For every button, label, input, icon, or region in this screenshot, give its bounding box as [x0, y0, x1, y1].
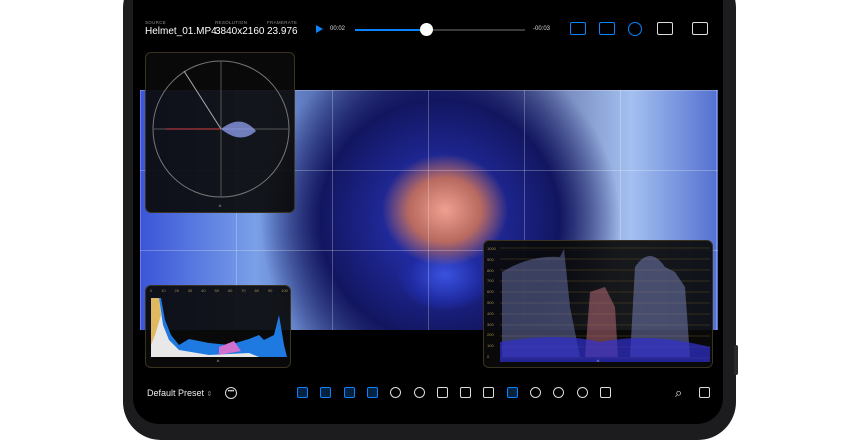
preset-selector[interactable]: Default Preset ⇕ [147, 388, 212, 398]
compare-icon[interactable] [390, 387, 402, 398]
tick: 100 [487, 343, 494, 349]
chevron-up-icon[interactable]: ^ [219, 205, 222, 211]
time-remaining: -00:03 [533, 26, 551, 32]
tick: 50 [214, 288, 219, 293]
record-icon[interactable] [599, 387, 611, 398]
tick: 700 [487, 278, 494, 284]
framerate-info: FRAMERATE 23.976 [267, 20, 298, 37]
source-value: Helmet_01.MP4 [145, 26, 217, 37]
waveform-panel[interactable]: 1000 900 800 700 600 500 400 300 200 100 0 ^ [483, 240, 713, 368]
palette-icon[interactable] [576, 387, 588, 398]
exposure-icon[interactable] [483, 387, 495, 398]
layout-icon[interactable] [366, 387, 378, 398]
tick: 1000 [487, 246, 496, 251]
tick: 600 [487, 289, 494, 295]
grid-icon[interactable] [297, 387, 308, 398]
tick: 10 [161, 288, 166, 293]
tick: 20 [174, 288, 179, 293]
waveform-scope-icon[interactable] [570, 22, 586, 35]
resolution-value: 3840x2160 [215, 26, 265, 37]
framerate-label: FRAMERATE [267, 20, 298, 25]
time-elapsed: 00:02 [330, 26, 346, 32]
tick: 0 [487, 353, 490, 359]
tick: 400 [487, 310, 494, 316]
tick: 800 [487, 267, 494, 273]
focus-peaking-icon[interactable] [506, 387, 518, 398]
tick: 900 [487, 256, 494, 262]
scrubber-fill [355, 29, 427, 31]
tick: 80 [254, 288, 259, 293]
tick: 40 [201, 288, 206, 293]
sidebar-icon[interactable] [692, 22, 708, 35]
screen: SOURCE Helmet_01.MP4 RESOLUTION 3840x216… [133, 0, 723, 424]
vectorscope-icon[interactable] [628, 22, 642, 36]
resolution-info: RESOLUTION 3840x2160 [215, 20, 265, 37]
resolution-label: RESOLUTION [215, 20, 248, 25]
source-label: SOURCE [145, 20, 167, 25]
chevron-up-icon[interactable]: ^ [217, 360, 220, 366]
play-icon[interactable] [316, 25, 323, 33]
chevron-up-icon[interactable]: ^ [597, 360, 600, 366]
3d-lut-icon[interactable] [553, 387, 565, 398]
histogram-panel[interactable]: 0 10 20 30 40 50 60 70 80 90 100 ^ [145, 285, 291, 368]
tick: 500 [487, 299, 494, 305]
waveform-graph [500, 247, 710, 362]
export-icon[interactable] [699, 387, 710, 398]
timer-icon[interactable] [530, 387, 541, 398]
scrubber[interactable] [355, 23, 525, 36]
framerate-value: 23.976 [267, 26, 298, 37]
tick: 100 [281, 288, 288, 293]
tick: 30 [187, 288, 193, 293]
histogram-scale: 0 10 20 30 40 50 60 70 80 90 100 [150, 288, 288, 293]
tick: 60 [227, 288, 233, 293]
tick: 90 [267, 288, 273, 293]
safe-area-icon[interactable] [320, 387, 332, 398]
search-icon[interactable]: ⌕ [675, 385, 682, 401]
tick: 0 [150, 288, 153, 293]
zoom-fit-icon[interactable] [413, 387, 425, 398]
tick: 70 [241, 288, 246, 293]
frame-icon[interactable] [343, 387, 355, 398]
tick: 300 [487, 321, 494, 327]
histogram-graph [151, 298, 287, 357]
parade-scope-icon[interactable] [599, 22, 615, 35]
grid-layout-icon[interactable] [657, 22, 673, 35]
more-options-icon[interactable]: ••• [225, 387, 237, 399]
image-icon[interactable] [436, 387, 448, 398]
chevron-updown-icon: ⇕ [206, 391, 213, 398]
waveform-scale: 1000 900 800 700 600 500 400 300 200 100 0 [487, 246, 496, 359]
tick: 200 [487, 332, 494, 338]
false-color-icon[interactable] [460, 387, 472, 398]
side-button [734, 345, 738, 375]
vectorscope-graph [152, 60, 290, 198]
source-selector[interactable]: SOURCE Helmet_01.MP4 [145, 20, 217, 37]
scrubber-knob[interactable] [420, 23, 434, 36]
vectorscope-panel[interactable]: ^ [145, 52, 295, 213]
preset-label: Default Preset [147, 388, 205, 398]
